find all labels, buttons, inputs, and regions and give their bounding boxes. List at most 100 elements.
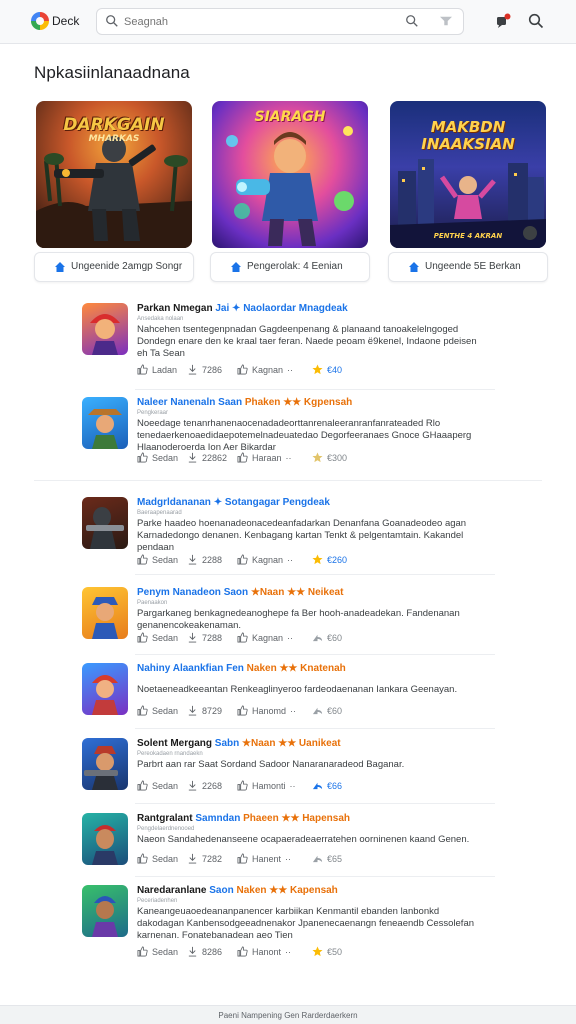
item-title[interactable]: Solent Mergang Sabn ★Naan ★★ Uanikeat bbox=[137, 738, 341, 749]
download-icon bbox=[188, 364, 197, 375]
top-bar: Deck bbox=[0, 0, 576, 44]
logo-text: Deck bbox=[52, 14, 80, 28]
list-item[interactable]: Nahiny Alaankfian Fen Naken ★★ Knatenah … bbox=[82, 663, 496, 721]
star-icon bbox=[312, 554, 323, 565]
featured-artwork: MAKBDN INAAKSIAN PENTHE 4 AKRAN bbox=[390, 101, 546, 248]
item-title[interactable]: Parkan Nmegan Jai ✦ Naolaordar Mnagdeak bbox=[137, 303, 348, 314]
item-subtitle: Ansedaka nolaan bbox=[137, 316, 184, 322]
home-icon bbox=[409, 262, 419, 272]
thumbs-up-icon[interactable] bbox=[237, 853, 248, 864]
divider bbox=[135, 728, 495, 729]
featured-caption-text: Pengerolak: 4 Eenian bbox=[247, 261, 343, 272]
thumbs-up-icon[interactable] bbox=[137, 780, 148, 791]
google-g-icon bbox=[31, 12, 49, 30]
featured-art-title: DARKGAIN bbox=[63, 115, 165, 135]
star-icon bbox=[312, 452, 323, 463]
thumbs-up-icon[interactable] bbox=[237, 632, 248, 643]
notification-icon[interactable] bbox=[495, 13, 511, 29]
thumbs-up-icon[interactable] bbox=[137, 705, 148, 716]
thumbs-up-icon[interactable] bbox=[137, 364, 148, 375]
item-subtitle: Paenaakon bbox=[137, 600, 168, 606]
filter-icon[interactable] bbox=[439, 15, 453, 27]
share-icon[interactable] bbox=[312, 853, 323, 864]
thumbs-up-icon[interactable] bbox=[137, 946, 148, 957]
featured-artwork: SIARAGH bbox=[212, 101, 368, 248]
home-icon bbox=[55, 262, 65, 272]
item-title[interactable]: Madgrldananan ✦ Sotangagar Pengdeak bbox=[137, 497, 330, 508]
item-title[interactable]: Naredaranlane Saon Naken ★★ Kapensah bbox=[137, 885, 338, 896]
item-meta: Sedan 7282 Hanent ·· €65 bbox=[137, 853, 342, 864]
search-bar[interactable] bbox=[96, 8, 464, 35]
divider bbox=[135, 876, 495, 877]
list-item[interactable]: Naleer Nanenaln Saan Phaken ★★ Kgpensah … bbox=[82, 397, 496, 467]
item-title[interactable]: Penym Nanadeon Saon ★Naan ★★ Neikeat bbox=[137, 587, 343, 598]
app-thumbnail bbox=[82, 303, 128, 355]
featured-card[interactable]: MAKBDN INAAKSIAN PENTHE 4 AKRAN Ungeende… bbox=[388, 101, 548, 282]
featured-card[interactable]: SIARAGH Pengerolak: 4 Eenian bbox=[210, 101, 370, 282]
thumbs-up-icon[interactable] bbox=[237, 452, 248, 463]
app-thumbnail bbox=[82, 497, 128, 549]
item-meta: Sedan 22862 Haraan ·· €300 bbox=[137, 452, 347, 463]
featured-card[interactable]: DARKGAIN MHARKAS Ungeenide 2amgp Songr bbox=[34, 101, 194, 282]
search-icon bbox=[106, 15, 118, 27]
item-subtitle: Peceriadenhen bbox=[137, 898, 178, 904]
download-icon bbox=[188, 632, 197, 643]
app-thumbnail bbox=[82, 813, 128, 865]
download-icon bbox=[188, 554, 197, 565]
share-icon[interactable] bbox=[312, 780, 323, 791]
featured-art-title: MAKBDN INAAKSIAN bbox=[421, 118, 515, 153]
thumbs-up-icon[interactable] bbox=[237, 946, 248, 957]
item-description: Pargarkaneg benkagnedeanoghepe fa Ber ho… bbox=[137, 608, 460, 631]
thumbs-up-icon[interactable] bbox=[237, 364, 248, 375]
share-icon[interactable] bbox=[312, 705, 323, 716]
download-icon bbox=[188, 452, 197, 463]
featured-caption: Pengerolak: 4 Eenian bbox=[210, 252, 370, 282]
app-thumbnail bbox=[82, 397, 128, 449]
thumbs-up-icon[interactable] bbox=[137, 853, 148, 864]
item-title[interactable]: Nahiny Alaankfian Fen Naken ★★ Knatenah bbox=[137, 663, 346, 674]
list-item[interactable]: Naredaranlane Saon Naken ★★ Kapensah Pec… bbox=[82, 885, 496, 961]
star-icon bbox=[312, 364, 323, 375]
featured-caption: Ungeenide 2amgp Songr bbox=[34, 252, 194, 282]
item-description: Parbrt aan rar Saat Sordand Sadoor Nanar… bbox=[137, 759, 405, 770]
thumbs-up-icon[interactable] bbox=[237, 554, 248, 565]
list-item[interactable]: Madgrldananan ✦ Sotangagar Pengdeak Baer… bbox=[82, 497, 496, 565]
header-search-icon[interactable] bbox=[528, 13, 544, 29]
download-icon bbox=[188, 853, 197, 864]
app-thumbnail bbox=[82, 738, 128, 790]
divider bbox=[135, 654, 495, 655]
list-item[interactable]: Solent Mergang Sabn ★Naan ★★ Uanikeat Pe… bbox=[82, 738, 496, 796]
featured-caption-text: Ungeenide 2amgp Songr bbox=[71, 261, 183, 272]
item-description: Noeedage tenanrhanenaocenadadeorttanrena… bbox=[137, 418, 472, 453]
footer: Paeni Nampening Gen Rarderdaerkern bbox=[0, 1005, 576, 1024]
featured-artwork: DARKGAIN MHARKAS bbox=[36, 101, 192, 248]
item-meta: Sedan 8286 Hanont ·· €50 bbox=[137, 946, 342, 957]
item-title[interactable]: Rantgralant Samndan Phaeen ★★ Hapensah bbox=[137, 813, 350, 824]
item-subtitle: Pereokadaen rnandaekn bbox=[137, 751, 203, 757]
thumbs-up-icon[interactable] bbox=[237, 780, 248, 791]
app-logo[interactable]: Deck bbox=[31, 12, 79, 30]
divider bbox=[135, 389, 495, 390]
list-item[interactable]: Parkan Nmegan Jai ✦ Naolaordar Mnagdeak … bbox=[82, 303, 496, 383]
item-meta: Sedan 2268 Hamonti ·· €66 bbox=[137, 780, 342, 791]
home-icon bbox=[231, 262, 241, 272]
thumbs-up-icon[interactable] bbox=[137, 452, 148, 463]
item-meta: Sedan 8729 Hanomd ·· €60 bbox=[137, 705, 342, 716]
featured-art-subtitle: PENTHE 4 AKRAN bbox=[433, 232, 503, 240]
list-item[interactable]: Rantgralant Samndan Phaeen ★★ Hapensah P… bbox=[82, 813, 496, 871]
featured-art-subtitle: MHARKAS bbox=[88, 134, 140, 144]
thumbs-up-icon[interactable] bbox=[137, 632, 148, 643]
item-description: Nahcehen tsentegenpnadan Gagdeenpenang &… bbox=[137, 324, 477, 359]
featured-art-title: SIARAGH bbox=[254, 109, 326, 125]
list-item[interactable]: Penym Nanadeon Saon ★Naan ★★ Neikeat Pae… bbox=[82, 587, 496, 649]
search-input[interactable] bbox=[124, 13, 384, 31]
item-meta: Sedan 7288 Kagnan ·· €60 bbox=[137, 632, 342, 643]
thumbs-up-icon[interactable] bbox=[137, 554, 148, 565]
item-title[interactable]: Naleer Nanenaln Saan Phaken ★★ Kgpensah bbox=[137, 397, 352, 408]
item-subtitle: Pengkeraar bbox=[137, 410, 169, 416]
search-submit-icon[interactable] bbox=[405, 14, 419, 28]
thumbs-up-icon[interactable] bbox=[237, 705, 248, 716]
share-icon[interactable] bbox=[312, 632, 323, 643]
download-icon bbox=[188, 780, 197, 791]
item-subtitle: Pengdelaerdnenooed bbox=[137, 826, 195, 832]
